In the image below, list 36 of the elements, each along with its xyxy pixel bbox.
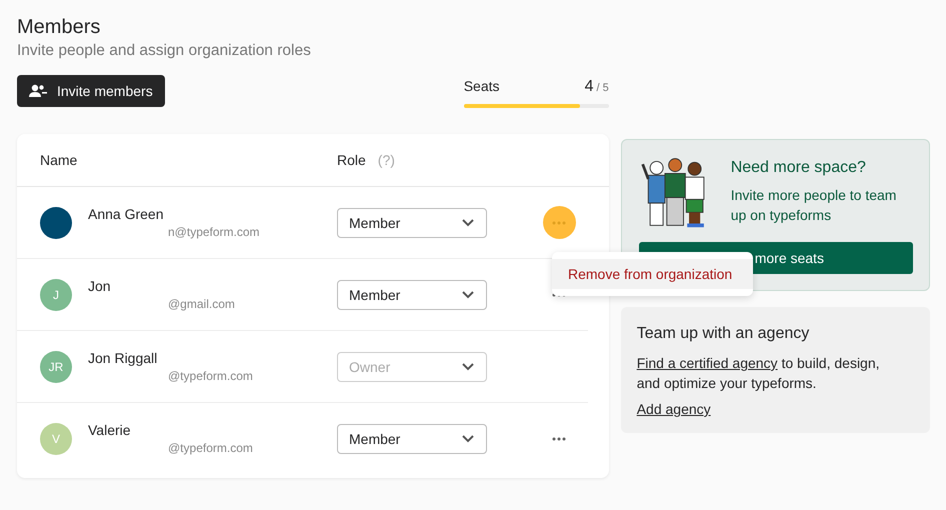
upgrade-text: Invite more people to team up on typeforms: [730, 186, 898, 225]
member-email: @typeform.com: [167, 369, 253, 383]
chevron-down-icon: [462, 290, 474, 298]
role-dropdown[interactable]: Member: [337, 208, 487, 238]
avatar: J: [40, 278, 72, 310]
upgrade-title: Need more space?: [730, 159, 867, 177]
role-dropdown[interactable]: Member: [337, 280, 487, 310]
people-icon: [29, 84, 47, 98]
member-name: Valerie: [88, 422, 132, 438]
chevron-down-icon: [462, 362, 474, 370]
agency-title: Team up with an agency: [636, 325, 810, 343]
column-header: Name: [39, 152, 78, 168]
add-agency-link[interactable]: Add agency: [636, 401, 711, 417]
remove-menu-item[interactable]: Remove from organization: [552, 259, 753, 289]
find-agency-link[interactable]: Find a certified agency: [636, 355, 778, 371]
page-subtitle: Invite people and assign organization roles: [17, 42, 312, 60]
member-email: n@typeform.com: [167, 225, 260, 239]
seats-label: Seats: [464, 78, 500, 94]
page-title: Members: [17, 15, 102, 40]
member-email: @typeform.com: [167, 441, 253, 455]
more-options-button[interactable]: [542, 206, 576, 239]
seats-used: 4: [584, 78, 594, 95]
agency-text: Find a certified agency to build, design, and optimize your typeforms.: [636, 354, 881, 393]
avatar: V: [40, 422, 72, 454]
member-name: Jon Riggall: [88, 350, 158, 366]
role-dropdown[interactable]: Member: [337, 424, 487, 454]
member-name: Jon: [88, 278, 112, 294]
member-email: @gmail.com: [167, 297, 235, 311]
seats-total: / 5: [596, 82, 609, 94]
avatar: JR: [40, 350, 72, 382]
chevron-down-icon: [462, 218, 474, 226]
column-header: Role: [337, 152, 366, 168]
chevron-down-icon: [462, 434, 474, 442]
invite-members-button[interactable]: Invite members: [17, 75, 165, 107]
ellipsis-icon: [552, 436, 566, 440]
member-name: Anna Green: [88, 206, 164, 222]
